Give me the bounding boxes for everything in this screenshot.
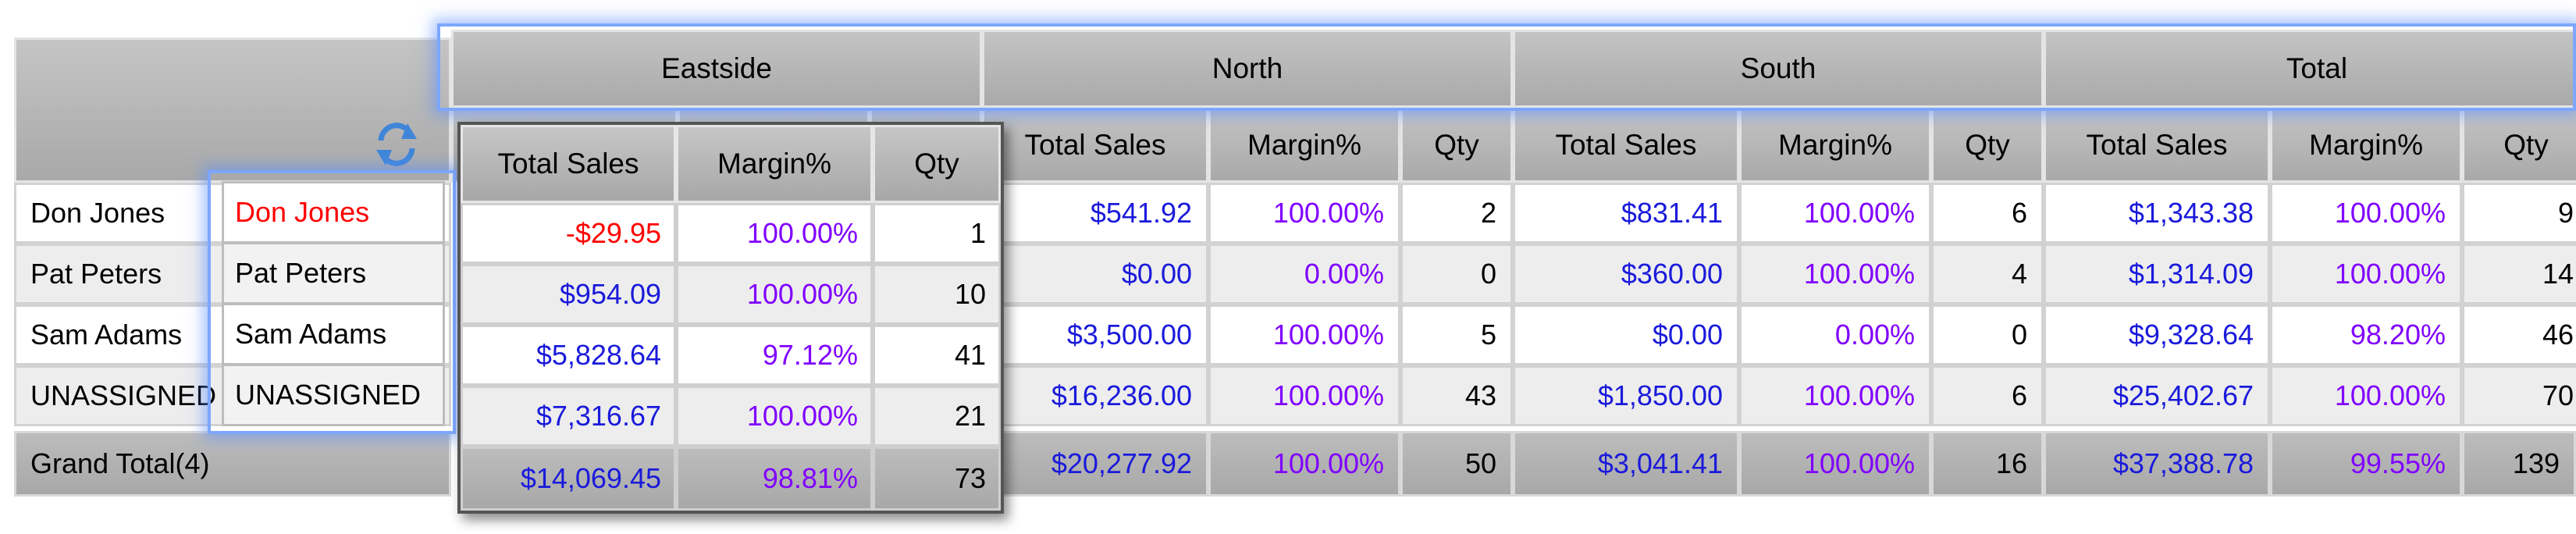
cell-north-sales: $16,236.00 (982, 365, 1208, 426)
cell-total-margin: 98.20% (2270, 304, 2462, 365)
grand-total-north-sales: $20,277.92 (982, 431, 1208, 497)
measure-header-total-sales[interactable]: Total Sales (2044, 108, 2270, 183)
popup-header-margin: Margin% (676, 125, 873, 203)
cell-south-margin: 100.00% (1739, 244, 1931, 304)
cell-total-sales: $9,328.64 (2044, 304, 2270, 365)
cell-north-margin: 100.00% (1208, 183, 1400, 244)
popup-cell-qty: 41 (873, 325, 1001, 386)
drag-row-column[interactable]: Don Jones Pat Peters Sam Adams UNASSIGNE… (222, 181, 445, 429)
measure-header-total-margin[interactable]: Margin% (2270, 108, 2462, 183)
grand-total-south-margin: 100.00% (1739, 431, 1931, 497)
measure-header-south-qty[interactable]: Qty (1931, 108, 2044, 183)
cell-north-margin: 100.00% (1208, 365, 1400, 426)
cell-total-sales: $1,343.38 (2044, 183, 2270, 244)
popup-header-sales: Total Sales (461, 125, 676, 203)
cell-north-sales: $0.00 (982, 244, 1208, 304)
cell-north-margin: 100.00% (1208, 304, 1400, 365)
cell-north-qty: 2 (1400, 183, 1513, 244)
cell-total-margin: 100.00% (2270, 183, 2462, 244)
popup-cell-sales: $954.09 (461, 264, 676, 325)
grand-total-south-sales: $3,041.41 (1513, 431, 1739, 497)
measure-header-north-qty[interactable]: Qty (1400, 108, 1513, 183)
region-header-total[interactable]: Total (2044, 30, 2576, 108)
grand-total-north-qty: 50 (1400, 431, 1513, 497)
drag-row-item: Pat Peters (222, 242, 445, 304)
cell-south-margin: 0.00% (1739, 304, 1931, 365)
cell-north-qty: 0 (1400, 244, 1513, 304)
popup-grand-total-sales: $14,069.45 (461, 447, 676, 511)
grand-total-north-margin: 100.00% (1208, 431, 1400, 497)
cell-south-qty: 0 (1931, 304, 2044, 365)
region-header-north[interactable]: North (982, 30, 1513, 108)
popup-cell-sales: $7,316.67 (461, 386, 676, 447)
drag-row-item: Sam Adams (222, 303, 445, 365)
popup-cell-margin: 100.00% (676, 264, 873, 325)
popup-cell-sales: $5,828.64 (461, 325, 676, 386)
popup-cell-margin: 100.00% (676, 203, 873, 264)
cell-south-sales: $0.00 (1513, 304, 1739, 365)
measure-header-north-sales[interactable]: Total Sales (982, 108, 1208, 183)
cell-south-qty: 6 (1931, 365, 2044, 426)
grand-total-label: Grand Total(4) (14, 431, 451, 497)
eastside-drag-popup[interactable]: Total Sales Margin% Qty -$29.95 100.00% … (457, 122, 1004, 514)
measure-header-total-qty[interactable]: Qty (2462, 108, 2576, 183)
region-header-eastside[interactable]: Eastside (451, 30, 982, 108)
popup-cell-margin: 100.00% (676, 386, 873, 447)
popup-cell-sales: -$29.95 (461, 203, 676, 264)
popup-cell-margin: 97.12% (676, 325, 873, 386)
cell-south-sales: $360.00 (1513, 244, 1739, 304)
measure-header-south-sales[interactable]: Total Sales (1513, 108, 1739, 183)
cell-south-sales: $1,850.00 (1513, 365, 1739, 426)
grand-total-south-qty: 16 (1931, 431, 2044, 497)
cell-total-qty: 9 (2462, 183, 2576, 244)
region-header-south[interactable]: South (1513, 30, 2044, 108)
drag-row-item: UNASSIGNED (222, 364, 445, 426)
popup-cell-qty: 21 (873, 386, 1001, 447)
cell-south-qty: 4 (1931, 244, 2044, 304)
cell-north-margin: 0.00% (1208, 244, 1400, 304)
cell-north-sales: $3,500.00 (982, 304, 1208, 365)
cell-south-margin: 100.00% (1739, 365, 1931, 426)
cell-total-margin: 100.00% (2270, 365, 2462, 426)
measure-header-south-margin[interactable]: Margin% (1739, 108, 1931, 183)
grand-total-total-margin: 99.55% (2270, 431, 2462, 497)
measure-header-north-margin[interactable]: Margin% (1208, 108, 1400, 183)
cell-north-sales: $541.92 (982, 183, 1208, 244)
cell-total-margin: 100.00% (2270, 244, 2462, 304)
cell-north-qty: 43 (1400, 365, 1513, 426)
popup-cell-qty: 1 (873, 203, 1001, 264)
drag-row-item: Don Jones (222, 181, 445, 244)
cell-south-sales: $831.41 (1513, 183, 1739, 244)
popup-grand-total-margin: 98.81% (676, 447, 873, 511)
cell-total-sales: $25,402.67 (2044, 365, 2270, 426)
cell-total-qty: 70 (2462, 365, 2576, 426)
cell-total-qty: 14 (2462, 244, 2576, 304)
grand-total-total-qty: 139 (2462, 431, 2576, 497)
cell-total-sales: $1,314.09 (2044, 244, 2270, 304)
refresh-icon[interactable] (373, 117, 420, 172)
cell-total-qty: 46 (2462, 304, 2576, 365)
popup-header-qty: Qty (873, 125, 1001, 203)
popup-cell-qty: 10 (873, 264, 1001, 325)
cell-north-qty: 5 (1400, 304, 1513, 365)
cell-south-qty: 6 (1931, 183, 2044, 244)
popup-grand-total-qty: 73 (873, 447, 1001, 511)
grand-total-total-sales: $37,388.78 (2044, 431, 2270, 497)
cell-south-margin: 100.00% (1739, 183, 1931, 244)
